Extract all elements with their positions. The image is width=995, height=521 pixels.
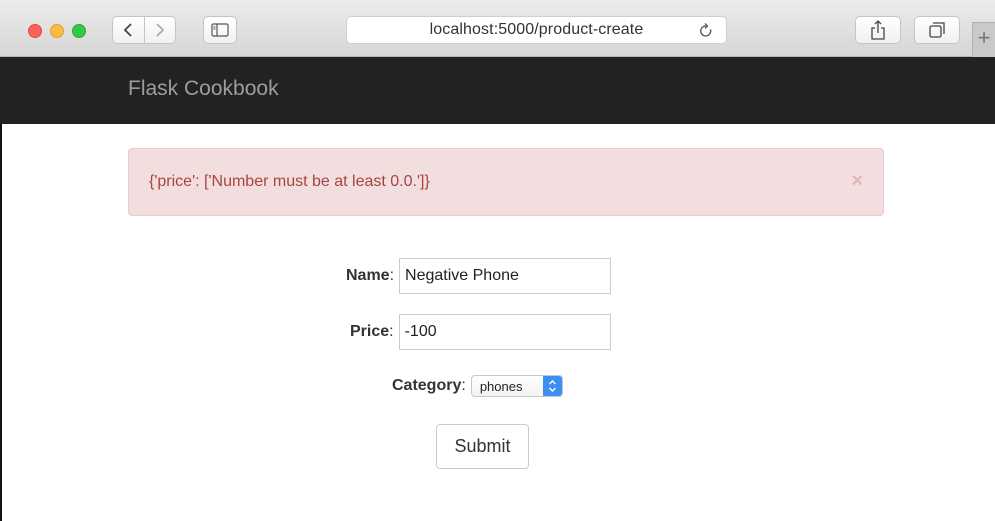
price-field[interactable]: -100 — [398, 314, 611, 350]
name-value: Negative Phone — [405, 267, 519, 284]
address-bar[interactable]: localhost:5000/product-create — [346, 16, 727, 44]
minimize-window-button[interactable] — [50, 24, 64, 38]
price-value: -100 — [404, 323, 437, 340]
alert-close-icon[interactable]: × — [851, 171, 863, 191]
name-label: Name — [346, 267, 390, 284]
reload-icon[interactable] — [698, 22, 714, 40]
zoom-window-button[interactable] — [72, 24, 86, 38]
forward-button[interactable] — [143, 17, 176, 43]
sidebar-icon — [211, 23, 229, 37]
tabs-icon — [929, 22, 945, 38]
price-row: Price: -100 — [350, 314, 611, 350]
category-select[interactable]: phones — [470, 375, 563, 397]
tabs-overview-button[interactable] — [914, 16, 960, 44]
share-icon — [871, 20, 885, 40]
navbar-brand[interactable]: Flask Cookbook — [128, 77, 279, 101]
alert-message: {'price': ['Number must be at least 0.0.… — [149, 173, 430, 190]
category-row: Category: phones — [392, 375, 563, 397]
close-window-button[interactable] — [28, 24, 42, 38]
address-url: localhost:5000/product-create — [429, 21, 644, 38]
category-colon: : — [461, 377, 466, 394]
share-button[interactable] — [855, 16, 901, 44]
error-alert: {'price': ['Number must be at least 0.0.… — [128, 148, 884, 216]
name-row: Name: Negative Phone — [346, 258, 612, 294]
new-tab-button[interactable]: + — [972, 22, 995, 57]
category-label: Category — [392, 377, 462, 394]
name-field[interactable]: Negative Phone — [399, 258, 612, 294]
back-button[interactable] — [113, 17, 144, 43]
price-colon: : — [389, 323, 394, 340]
browser-toolbar: localhost:5000/product-create + — [0, 0, 995, 57]
sidebar-button[interactable] — [203, 16, 237, 44]
forward-icon — [156, 23, 165, 37]
back-icon — [123, 23, 132, 37]
price-label: Price — [350, 323, 390, 340]
select-arrows-icon — [542, 376, 562, 396]
history-nav — [112, 16, 176, 44]
category-value: phones — [479, 378, 523, 394]
submit-button[interactable]: Submit — [436, 424, 529, 469]
site-navbar: Flask Cookbook — [0, 57, 995, 124]
name-colon: : — [389, 267, 395, 284]
